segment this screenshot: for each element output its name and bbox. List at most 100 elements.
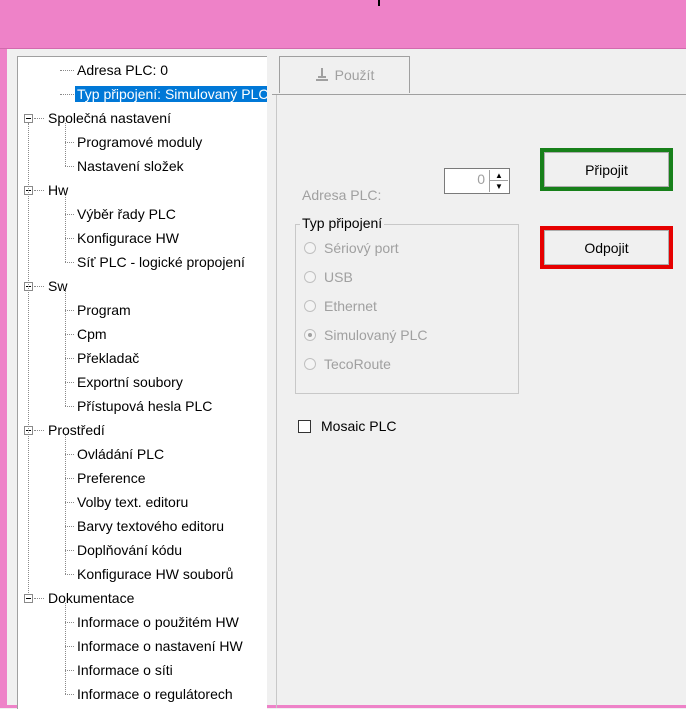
connection-option[interactable]: Ethernet (304, 295, 377, 317)
window-titlebar (0, 0, 686, 49)
tree-item[interactable]: Překladač (75, 347, 141, 371)
connection-option[interactable]: Sériový port (304, 237, 399, 259)
connection-option[interactable]: Simulovaný PLC (304, 324, 428, 346)
tree-connector (65, 166, 74, 167)
spinner-down-icon[interactable]: ▼ (490, 181, 508, 192)
tree-item[interactable]: Nastavení složek (75, 155, 186, 179)
plc-address-label: Adresa PLC: (302, 187, 382, 203)
tree-connector (65, 694, 74, 695)
tree-connector (65, 142, 74, 143)
tree-connector (60, 70, 74, 71)
tree-item-label: Informace o síti (77, 662, 173, 678)
tree-connector (65, 382, 74, 383)
tree-connector (65, 262, 74, 263)
radio-button[interactable] (304, 242, 316, 254)
tree-connector (65, 435, 66, 574)
connection-settings: Adresa PLC: 0 ▲ ▼ Typ připojení Sériový … (276, 95, 686, 708)
tree-item[interactable]: Programové moduly (75, 131, 204, 155)
tree-item-label: Informace o nastavení HW (77, 638, 243, 654)
tree-item[interactable]: Přístupová hesla PLC (75, 395, 214, 419)
tree-item-label: Konfigurace HW souborů (77, 566, 234, 582)
tree-connector (65, 550, 74, 551)
connection-type-legend: Typ připojení (300, 215, 385, 231)
radio-button[interactable] (304, 271, 316, 283)
tree-connector (28, 123, 29, 593)
tree-group[interactable]: Prostředí (46, 419, 107, 443)
tree-connector (65, 406, 74, 407)
connection-option-label: Ethernet (324, 298, 377, 314)
tree-item[interactable]: Síť PLC - logické propojení (75, 251, 247, 275)
tree-item-label: Volby text. editoru (77, 494, 189, 510)
apply-button-label: Použít (334, 67, 375, 83)
tree-item[interactable]: Doplňování kódu (75, 539, 184, 563)
tree-item-label: Přístupová hesla PLC (77, 398, 213, 414)
connection-option-label: TecoRoute (324, 356, 391, 372)
tree-item[interactable]: Preference (75, 467, 147, 491)
plc-address-spinner[interactable]: 0 ▲ ▼ (444, 168, 510, 194)
tree-connector (34, 430, 44, 431)
tree-item-label: Doplňování kódu (77, 542, 183, 558)
disconnect-button-label: Odpojit (584, 239, 629, 256)
tree-item[interactable]: Exportní soubory (75, 371, 185, 395)
tree-item-label: Nastavení složek (77, 158, 184, 174)
tree-item-label: Programové moduly (77, 134, 203, 150)
mosaic-plc-label: Mosaic PLC (321, 418, 397, 434)
tree-item-label: Dokumentace (48, 590, 135, 606)
tree-item-label: Exportní soubory (77, 374, 183, 390)
tree-item-label: Ovládání PLC (77, 446, 165, 462)
radio-button[interactable] (304, 329, 316, 341)
settings-panel: Použít Adresa PLC: 0 ▲ ▼ Typ připojení S… (272, 56, 686, 708)
tree-connector (65, 526, 74, 527)
mosaic-plc-checkbox[interactable]: Mosaic PLC (298, 416, 396, 436)
tree-connector (60, 94, 74, 95)
spinner-arrows: ▲ ▼ (489, 170, 508, 192)
radio-button[interactable] (304, 358, 316, 370)
tree-group[interactable]: Hw (46, 179, 70, 203)
checkbox-box[interactable] (298, 419, 311, 433)
tree-connector (65, 291, 66, 406)
tree-item[interactable]: Výběr řady PLC (75, 203, 178, 227)
tree-connector (65, 574, 74, 575)
tree-item[interactable]: Adresa PLC: 0 (75, 59, 170, 83)
tree-group[interactable]: Dokumentace (46, 587, 136, 611)
tree-connector (34, 598, 44, 599)
tree-item-label: Cpm (77, 326, 107, 342)
settings-tree[interactable]: Adresa PLC: 0 Typ připojení: Simulovaný P… (17, 56, 267, 709)
disconnect-button[interactable]: Odpojit (540, 226, 673, 269)
tree-item-label: Typ připojení: Simulovaný PLC (75, 86, 267, 102)
tree-item[interactable]: Typ připojení: Simulovaný PLC (75, 83, 267, 107)
tree-connector (65, 670, 74, 671)
tree-item-label: Výběr řady PLC (77, 206, 176, 222)
tree-connector (65, 454, 74, 455)
collapse-icon[interactable] (24, 114, 33, 123)
spinner-up-icon[interactable]: ▲ (490, 170, 508, 181)
tree-item[interactable]: Informace o použitém HW (75, 611, 241, 635)
radio-button[interactable] (304, 300, 316, 312)
tree-item[interactable]: Informace o nastavení HW (75, 635, 245, 659)
tree-item[interactable]: Konfigurace HW souborů (75, 563, 235, 587)
connection-option[interactable]: TecoRoute (304, 353, 391, 375)
tree-connector (65, 123, 66, 166)
tree-item[interactable]: Cpm (75, 323, 109, 347)
titlebar-mark (378, 0, 380, 6)
tree-item[interactable]: Barvy textového editoru (75, 515, 226, 539)
tree-item[interactable]: Volby text. editoru (75, 491, 190, 515)
tree-item[interactable]: Program (75, 299, 133, 323)
tree-connector (34, 286, 44, 287)
tree-connector (34, 118, 44, 119)
tree-item[interactable]: Konfigurace HW (75, 227, 181, 251)
connect-button[interactable]: Připojit (540, 148, 673, 191)
tree-item[interactable]: Ovládání PLC (75, 443, 166, 467)
toolbar: Použít (272, 56, 686, 95)
tree-item[interactable]: Informace o síti (75, 659, 175, 683)
tree-connector (65, 195, 66, 262)
apply-button[interactable]: Použít (279, 56, 410, 93)
connection-option[interactable]: USB (304, 266, 353, 288)
tree-item-label: Program (77, 302, 131, 318)
tree-item-label: Prostředí (48, 422, 105, 438)
tree-item[interactable]: Informace o regulátorech (75, 683, 235, 707)
collapse-icon[interactable] (24, 594, 33, 603)
tree-connector (34, 190, 44, 191)
tree-connector (65, 502, 74, 503)
tree-connector (65, 603, 66, 694)
